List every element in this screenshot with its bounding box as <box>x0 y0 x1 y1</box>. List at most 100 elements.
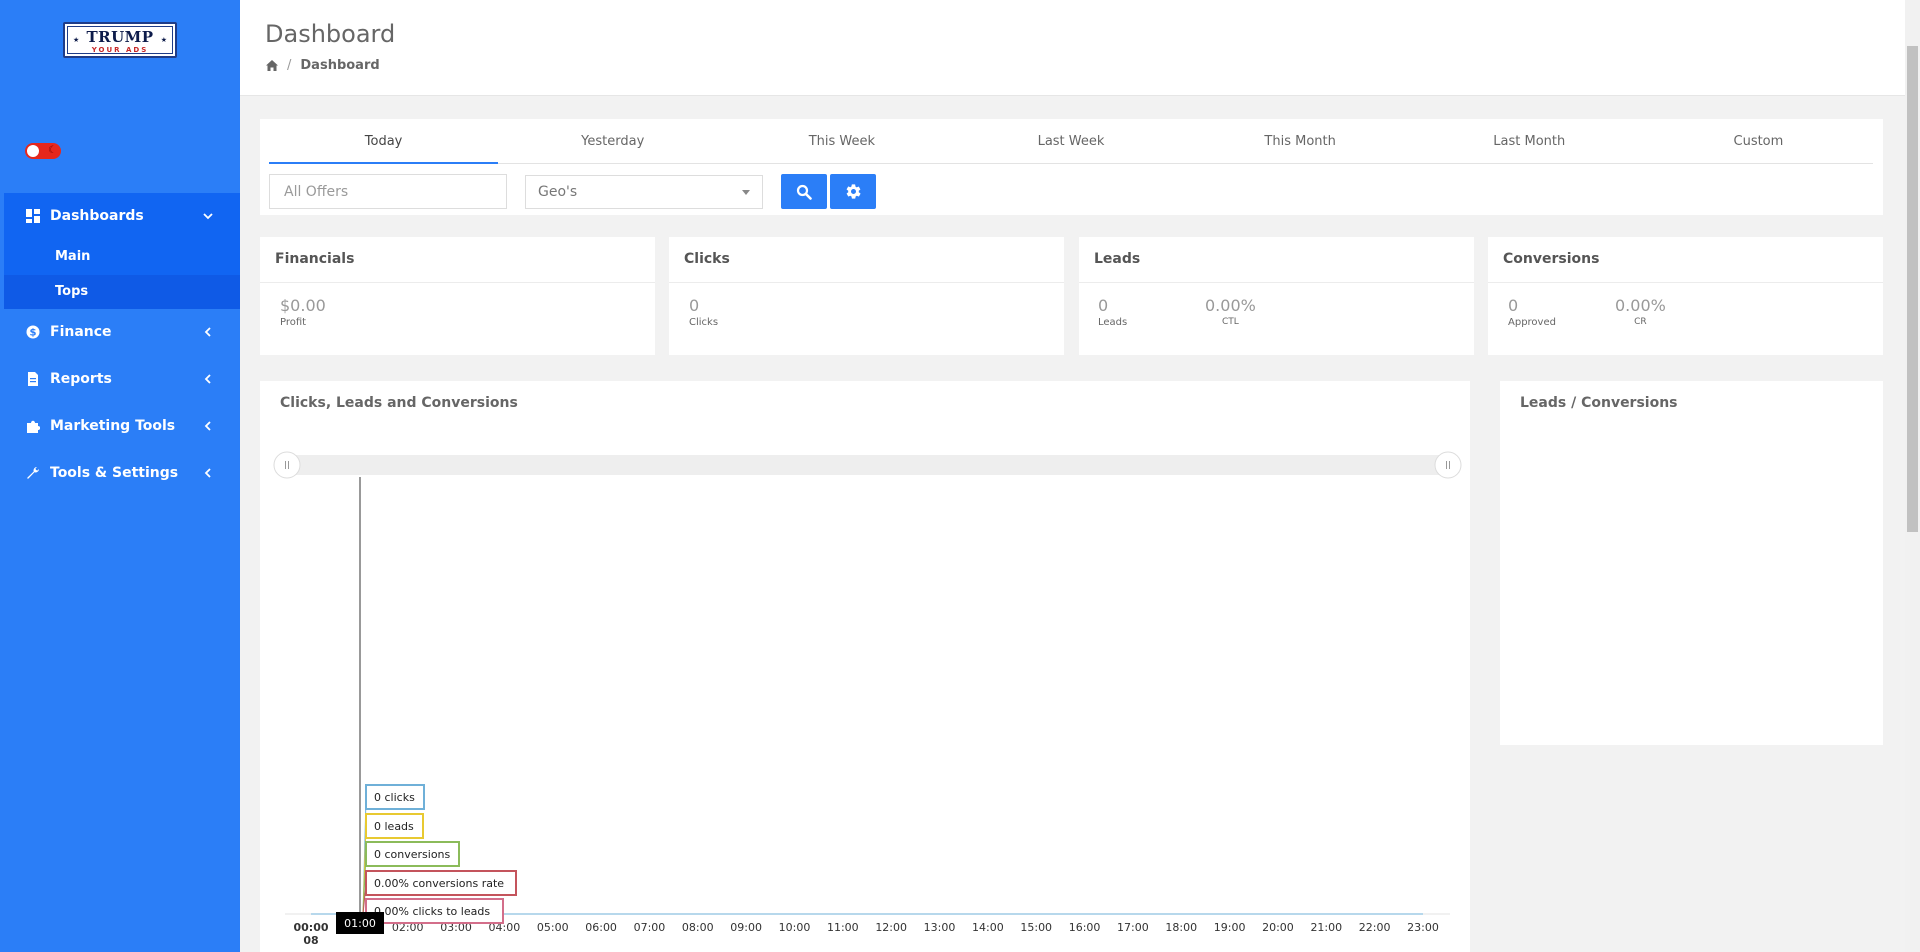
x-tick-sublabel: 08 <box>303 934 318 947</box>
sidebar-item-label: Reports <box>50 371 112 387</box>
tooltip-text: 0 leads <box>374 820 414 833</box>
logo-line-1: TRUMP <box>86 28 154 46</box>
caret-down-icon <box>742 190 750 195</box>
sidebar-subitem-main[interactable]: Main <box>4 240 240 274</box>
search-icon <box>796 184 812 200</box>
cr-stat: 0.00% CR <box>1615 296 1666 327</box>
page-header: Dashboard / Dashboard <box>240 0 1905 96</box>
theme-toggle[interactable]: ☾ <box>25 143 61 159</box>
search-button[interactable] <box>781 174 827 209</box>
tab-this-month[interactable]: This Month <box>1186 119 1415 163</box>
leads-card: Leads 0 Leads 0.00% CTL <box>1079 237 1474 355</box>
x-tick-label: 16:00 <box>1069 921 1101 934</box>
x-tick-label: 08:00 <box>682 921 714 934</box>
tab-custom[interactable]: Custom <box>1644 119 1873 163</box>
star-icon: ★ <box>73 36 80 44</box>
sidebar-item-tools-settings[interactable]: Tools & Settings <box>0 453 240 493</box>
document-icon <box>28 372 38 386</box>
leads-label: Leads <box>1098 317 1128 328</box>
tab-yesterday[interactable]: Yesterday <box>498 119 727 163</box>
toggle-knob <box>27 145 39 157</box>
dollar-icon: $ <box>26 325 40 339</box>
x-tick-label: 14:00 <box>972 921 1004 934</box>
financials-card: Financials $0.00 Profit <box>260 237 655 355</box>
card-title: Financials <box>275 251 355 267</box>
card-divider <box>1488 282 1883 283</box>
ctl-value: 0.00% <box>1205 296 1256 315</box>
breadcrumb-separator: / <box>287 58 292 73</box>
chevron-left-icon <box>204 374 211 384</box>
range-slider-track[interactable] <box>290 455 1450 475</box>
x-tick-label: 18:00 <box>1165 921 1197 934</box>
panel-title: Leads / Conversions <box>1520 395 1678 411</box>
chart-panel: Clicks, Leads and Conversions 00:0001:00… <box>260 381 1470 952</box>
hover-x-label: 01:00 <box>344 917 376 930</box>
cr-value: 0.00% <box>1615 296 1666 315</box>
tab-last-month[interactable]: Last Month <box>1415 119 1644 163</box>
wrench-icon <box>27 467 39 479</box>
clicks-stat: 0 Clicks <box>689 296 718 328</box>
x-tick-label: 05:00 <box>537 921 569 934</box>
geo-select[interactable]: Geo's <box>525 175 763 209</box>
gear-icon <box>846 184 860 199</box>
x-tick-label: 15:00 <box>1020 921 1052 934</box>
page-scrollbar[interactable] <box>1905 0 1920 952</box>
clicks-value: 0 <box>689 296 700 315</box>
home-icon[interactable] <box>266 60 278 71</box>
card-divider <box>669 282 1064 283</box>
brand-logo[interactable]: ★ ★ TRUMP YOUR ADS <box>63 22 177 58</box>
sidebar-item-label: Tools & Settings <box>50 465 179 481</box>
offers-input[interactable] <box>269 174 507 209</box>
x-tick-label: 22:00 <box>1359 921 1391 934</box>
card-divider <box>260 282 655 283</box>
profit-value: $0.00 <box>280 296 326 315</box>
clicks-label: Clicks <box>689 317 719 328</box>
chevron-down-icon <box>203 213 213 220</box>
tooltip-text: 0 conversions <box>374 848 451 861</box>
tab-last-week[interactable]: Last Week <box>956 119 1185 163</box>
card-title: Clicks <box>684 251 730 267</box>
x-tick-label: 00:00 <box>293 921 328 934</box>
leads-stat: 0 Leads <box>1098 296 1127 328</box>
sidebar-item-finance[interactable]: $ Finance <box>0 312 240 352</box>
approved-value: 0 <box>1508 296 1519 315</box>
x-tick-label: 12:00 <box>875 921 907 934</box>
sidebar-item-marketing-tools[interactable]: Marketing Tools <box>0 406 240 446</box>
settings-button[interactable] <box>830 174 876 209</box>
leads-conversions-panel: Leads / Conversions <box>1500 381 1883 745</box>
x-tick-label: 07:00 <box>634 921 666 934</box>
svg-text:$: $ <box>30 328 37 339</box>
approved-label: Approved <box>1508 317 1556 328</box>
x-tick-label: 06:00 <box>585 921 617 934</box>
card-title: Leads <box>1094 251 1141 267</box>
tooltip-text: 0 clicks <box>374 791 415 804</box>
x-tick-label: 19:00 <box>1214 921 1246 934</box>
profit-label: Profit <box>280 317 307 328</box>
x-tick-label: 21:00 <box>1310 921 1342 934</box>
tab-this-week[interactable]: This Week <box>727 119 956 163</box>
scrollbar-thumb[interactable] <box>1907 46 1918 532</box>
range-handle-right[interactable] <box>1434 451 1462 479</box>
sidebar-subitem-tops[interactable]: Tops <box>4 275 240 309</box>
sidebar: ★ ★ TRUMP YOUR ADS ☾ Dashboards Main Top… <box>0 0 240 952</box>
tab-today[interactable]: Today <box>269 119 499 164</box>
breadcrumb-current: Dashboard <box>300 58 380 73</box>
x-tick-label: 13:00 <box>924 921 956 934</box>
conversions-card: Conversions 0 Approved 0.00% CR <box>1488 237 1883 355</box>
tooltip-text: 0.00% clicks to leads <box>374 905 490 918</box>
sidebar-item-dashboards[interactable]: Dashboards <box>0 196 240 236</box>
logo-line-2: YOUR ADS <box>91 46 149 54</box>
ctl-stat: 0.00% CTL <box>1205 296 1256 327</box>
card-divider <box>1079 282 1474 283</box>
range-handle-left[interactable] <box>273 451 301 479</box>
puzzle-icon <box>27 420 40 433</box>
x-tick-label: 10:00 <box>779 921 811 934</box>
sidebar-item-reports[interactable]: Reports <box>0 359 240 399</box>
card-title: Conversions <box>1503 251 1600 267</box>
clicks-card: Clicks 0 Clicks <box>669 237 1064 355</box>
ctl-label: CTL <box>1222 317 1239 327</box>
x-tick-label: 17:00 <box>1117 921 1149 934</box>
leads-value: 0 <box>1098 296 1109 315</box>
x-tick-label: 20:00 <box>1262 921 1294 934</box>
filter-panel: Today Yesterday This Week Last Week This… <box>260 119 1883 215</box>
